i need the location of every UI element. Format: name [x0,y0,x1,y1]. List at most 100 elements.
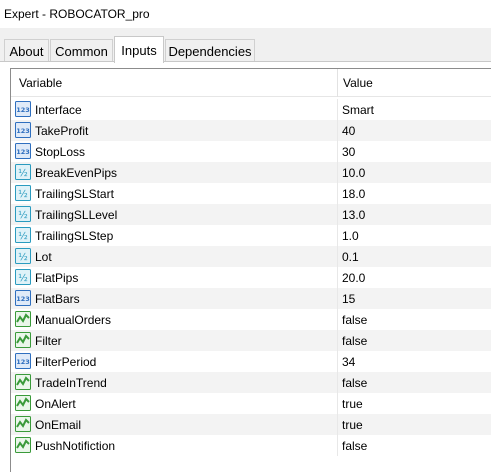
row-divider [337,330,338,351]
double-type-icon: ½ [15,206,31,222]
row-variable-name: OnEmail [35,417,82,432]
row-value[interactable]: 10.0 [342,162,365,183]
table-row[interactable]: 123 TakeProfit 40 [11,120,491,141]
row-variable-name: PushNotifiction [35,438,116,453]
svg-text:½: ½ [18,209,28,221]
tab-common-label: Common [55,43,108,59]
row-divider [337,141,338,162]
table-row[interactable]: 123 FlatBars 15 [11,288,491,309]
table-row[interactable]: ½ FlatPips 20.0 [11,267,491,288]
row-variable-name: FilterPeriod [35,354,97,369]
row-divider [337,435,338,456]
row-divider [337,267,338,288]
row-divider [337,393,338,414]
svg-text:123: 123 [16,148,30,156]
row-divider [337,225,338,246]
row-variable-name: TrailingSLLevel [35,207,118,222]
inputs-panel: Variable Value 123 Interface Smart 123 TakeP… [0,62,491,472]
svg-text:½: ½ [18,272,28,284]
tab-about-label: About [9,43,44,59]
double-type-icon: ½ [15,185,31,201]
svg-text:123: 123 [16,127,30,135]
table-row[interactable]: ½ TrailingSLStart 18.0 [11,183,491,204]
boolean-type-icon [15,374,31,390]
svg-text:½: ½ [18,251,28,263]
row-value[interactable]: 1.0 [342,225,359,246]
double-type-icon: ½ [15,164,31,180]
row-value[interactable]: 13.0 [342,204,365,225]
header-divider[interactable] [337,69,338,97]
row-value[interactable]: 15 [342,288,355,309]
column-header-variable[interactable]: Variable [19,69,62,97]
row-variable-name: TakeProfit [35,123,89,138]
tab-inputs[interactable]: Inputs [114,36,164,63]
tab-dependencies[interactable]: Dependencies [165,39,255,62]
boolean-type-icon [15,395,31,411]
row-variable-name: TrailingSLStart [35,186,114,201]
double-type-icon: ½ [15,248,31,264]
grid-header: Variable Value [11,69,491,97]
row-divider [337,99,338,120]
row-value[interactable]: 20.0 [342,267,365,288]
row-divider [337,204,338,225]
boolean-type-icon [15,416,31,432]
svg-text:½: ½ [18,230,28,242]
svg-text:½: ½ [18,167,28,179]
table-row[interactable]: 123 StopLoss 30 [11,141,491,162]
row-value[interactable]: false [342,372,367,393]
row-variable-name: BreakEvenPips [35,165,118,180]
double-type-icon: ½ [15,227,31,243]
column-header-value-label: Value [343,76,373,90]
column-header-variable-label: Variable [19,76,63,90]
table-row[interactable]: Filter false [11,330,491,351]
tab-bar: About Common Inputs Dependencies [0,36,491,63]
row-variable-name: OnAlert [35,396,76,411]
integer-type-icon: 123 [15,353,31,369]
tab-dependencies-label: Dependencies [168,43,252,59]
inputs-grid: Variable Value 123 Interface Smart 123 TakeP… [10,68,491,472]
row-value[interactable]: 18.0 [342,183,365,204]
row-value[interactable]: false [342,435,367,456]
row-divider [337,120,338,141]
row-value[interactable]: true [342,393,363,414]
row-value[interactable]: true [342,414,363,435]
row-variable-name: Interface [35,102,82,117]
svg-text:123: 123 [16,358,30,366]
table-row[interactable]: PushNotifiction false [11,435,491,456]
row-divider [337,246,338,267]
row-value[interactable]: Smart [342,99,374,120]
row-value[interactable]: false [342,330,367,351]
row-value[interactable]: 40 [342,120,355,141]
window-title: Expert - ROBOCATOR_pro [4,7,150,21]
table-row[interactable]: OnAlert true [11,393,491,414]
row-divider [337,183,338,204]
column-header-value[interactable]: Value [343,69,373,97]
boolean-type-icon [15,332,31,348]
table-row[interactable]: ½ TrailingSLLevel 13.0 [11,204,491,225]
table-row[interactable]: ManualOrders false [11,309,491,330]
row-variable-name: Lot [35,249,52,264]
row-divider [337,288,338,309]
table-row[interactable]: ½ BreakEvenPips 10.0 [11,162,491,183]
row-value[interactable]: 30 [342,141,355,162]
tab-inputs-label: Inputs [121,42,157,58]
row-divider [337,414,338,435]
tab-common[interactable]: Common [50,39,113,62]
table-row[interactable]: ½ TrailingSLStep 1.0 [11,225,491,246]
row-variable-name: ManualOrders [35,312,112,327]
table-row[interactable]: ½ Lot 0.1 [11,246,491,267]
row-value[interactable]: false [342,309,367,330]
table-row[interactable]: TradeInTrend false [11,372,491,393]
boolean-type-icon [15,437,31,453]
row-divider [337,372,338,393]
table-row[interactable]: OnEmail true [11,414,491,435]
svg-text:123: 123 [16,106,30,114]
row-variable-name: StopLoss [35,144,86,159]
boolean-type-icon [15,311,31,327]
integer-type-icon: 123 [15,143,31,159]
row-value[interactable]: 0.1 [342,246,359,267]
table-row[interactable]: 123 FilterPeriod 34 [11,351,491,372]
row-value[interactable]: 34 [342,351,355,372]
table-row[interactable]: 123 Interface Smart [11,99,491,120]
tab-about[interactable]: About [4,39,49,62]
